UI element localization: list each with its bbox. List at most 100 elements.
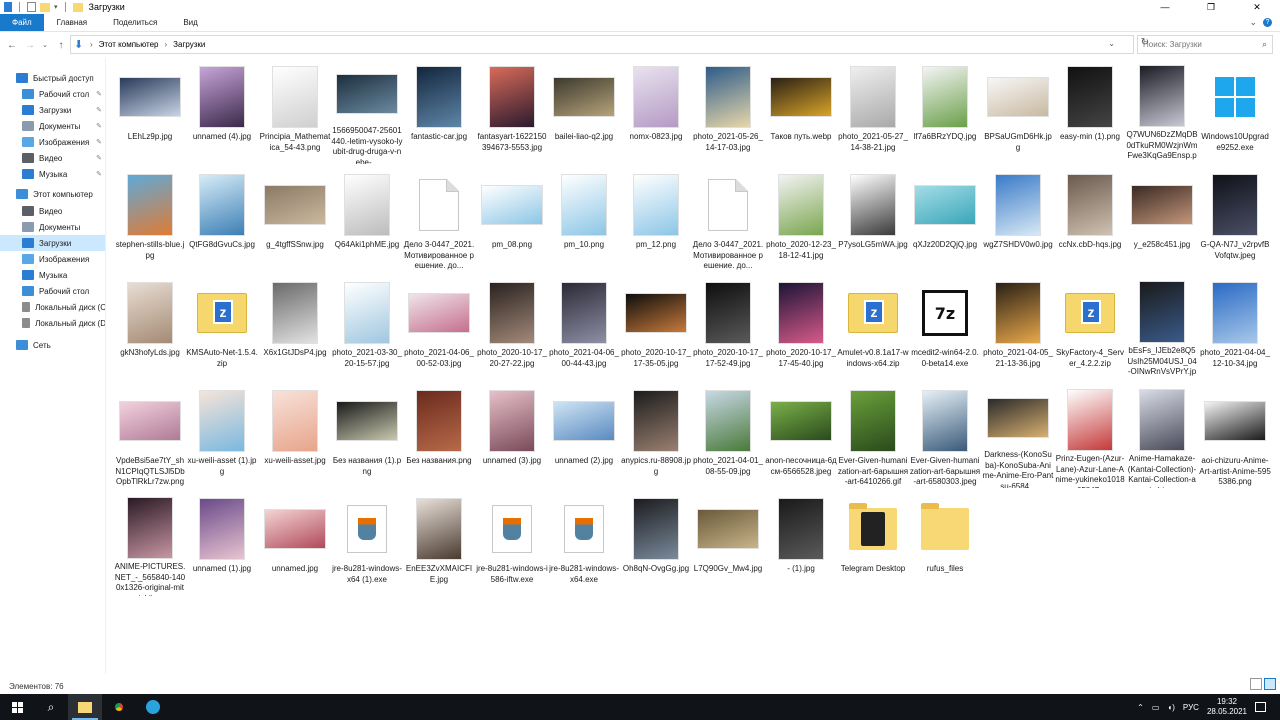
file-item[interactable]: unnamed.jpg bbox=[259, 492, 331, 596]
chrome-taskbar-button[interactable] bbox=[102, 694, 136, 720]
nav-item[interactable]: Рабочий стол ✎ bbox=[0, 86, 105, 102]
network-icon[interactable]: ▭ bbox=[1152, 703, 1160, 712]
file-item[interactable]: Ever-Given-humanization-art-6арышня-art-… bbox=[909, 384, 981, 488]
nav-item[interactable]: Документы bbox=[0, 219, 105, 235]
search-taskbar-button[interactable]: ⌕ bbox=[34, 694, 68, 720]
search-box[interactable]: ⌕ bbox=[1137, 35, 1273, 54]
file-item[interactable]: photo_2020-10-17_17-45-40.jpg bbox=[765, 276, 837, 380]
file-item[interactable]: P7ysoLG5mWA.jpg bbox=[837, 168, 909, 272]
file-item[interactable]: xu-weili-asset (1).jpg bbox=[186, 384, 258, 488]
file-item[interactable]: Anime-Hamakaze-(Kantai-Collection)-Kanta… bbox=[1126, 384, 1198, 488]
file-item[interactable]: BPSaUGmD6Hk.jpg bbox=[982, 60, 1054, 164]
file-item[interactable]: bEsFs_IJEb2e8Q5UsIh25M04USJ_04-OINwRnVsV… bbox=[1126, 276, 1198, 380]
file-item[interactable]: LEhLz9p.jpg bbox=[114, 60, 186, 164]
nav-item[interactable]: Этот компьютер bbox=[0, 186, 105, 202]
chevron-right-icon[interactable]: › bbox=[90, 40, 93, 49]
file-item[interactable]: photo_2021-04-01_08-55-09.jpg bbox=[692, 384, 764, 488]
back-button[interactable]: ← bbox=[4, 35, 20, 55]
file-item[interactable]: Дело 3-0447_2021. Мотивированное решение… bbox=[403, 168, 475, 272]
breadcrumb-this-pc[interactable]: Этот компьютер bbox=[99, 40, 159, 49]
tray-overflow-icon[interactable]: ⌃ bbox=[1137, 703, 1144, 712]
address-bar[interactable]: ⬇ › Этот компьютер › Загрузки ⌄ ↻ bbox=[70, 35, 1149, 54]
properties-icon[interactable] bbox=[27, 2, 36, 12]
file-item[interactable]: photo_2020-10-17_17-35-05.jpg bbox=[620, 276, 692, 380]
file-item[interactable]: X6x1GtJDsP4.jpg bbox=[259, 276, 331, 380]
up-button[interactable]: ↑ bbox=[53, 35, 69, 55]
file-item[interactable]: photo_2021-05-27_14-38-21.jpg bbox=[837, 60, 909, 164]
file-item[interactable]: photo_2020-10-17_20-27-22.jpg bbox=[476, 276, 548, 380]
file-item[interactable]: pm_10.png bbox=[548, 168, 620, 272]
file-item[interactable]: G-QA-N7J_v2rpvfBVofqtw.jpeg bbox=[1199, 168, 1271, 272]
volume-icon[interactable]: ◖) bbox=[1167, 703, 1175, 712]
file-item[interactable]: rufus_files bbox=[909, 492, 981, 596]
nav-item[interactable]: Документы ✎ bbox=[0, 118, 105, 134]
notifications-icon[interactable] bbox=[1255, 702, 1266, 712]
close-button[interactable]: ✕ bbox=[1234, 0, 1280, 14]
tab-file[interactable]: Файл bbox=[0, 14, 44, 31]
file-item[interactable]: fantasyart-1622150394673-5553.jpg bbox=[476, 60, 548, 164]
file-item[interactable]: Prinz-Eugen-(Azur-Lane)-Azur-Lane-Anime-… bbox=[1054, 384, 1126, 488]
file-item[interactable]: gkN3hofyLds.jpg bbox=[114, 276, 186, 380]
nav-item[interactable]: Изображения ✎ bbox=[0, 134, 105, 150]
file-item[interactable]: stephen-stills-blue.jpg bbox=[114, 168, 186, 272]
file-item[interactable]: Q7WUN6DzZMqDB0dTkuRM0WzjnWmFwe3KqGa9Ensp… bbox=[1126, 60, 1198, 164]
nav-item[interactable]: Видео ✎ bbox=[0, 150, 105, 166]
nav-item[interactable]: Музыка ✎ bbox=[0, 166, 105, 182]
file-item[interactable]: ANIME-PICTURES.NET_-_565840-1400x1326-or… bbox=[114, 492, 186, 596]
file-item[interactable]: anypics.ru-88908.jpg bbox=[620, 384, 692, 488]
file-item[interactable]: L7Q90Gv_Mw4.jpg bbox=[692, 492, 764, 596]
file-item[interactable]: photo_2021-04-06_00-44-43.jpg bbox=[548, 276, 620, 380]
explorer-taskbar-button[interactable] bbox=[68, 694, 102, 720]
nav-item[interactable]: Загрузки ✎ bbox=[0, 102, 105, 118]
file-item[interactable]: ccNx.cbD-hqs.jpg bbox=[1054, 168, 1126, 272]
maximize-button[interactable]: ❐ bbox=[1188, 0, 1234, 14]
file-item[interactable]: anon-песочница-6дсм-6566528.jpeg bbox=[765, 384, 837, 488]
tab-view[interactable]: Вид bbox=[170, 14, 210, 31]
explorer-app-icon[interactable] bbox=[4, 2, 12, 12]
file-item[interactable]: qXJz20D2QjQ.jpg bbox=[909, 168, 981, 272]
nav-item[interactable]: Загрузки bbox=[0, 235, 105, 251]
file-item[interactable]: Таков путь.webp bbox=[765, 60, 837, 164]
file-item[interactable]: Windows10Upgrade9252.exe bbox=[1199, 60, 1271, 164]
tab-share[interactable]: Поделиться bbox=[100, 14, 170, 31]
details-view-button[interactable] bbox=[1250, 678, 1262, 690]
file-item[interactable]: easy-min (1).png bbox=[1054, 60, 1126, 164]
file-item[interactable]: 7z mcedit2-win64-2.0.0-beta14.exe bbox=[909, 276, 981, 380]
qa-dropdown-icon[interactable]: ▾ bbox=[54, 3, 58, 11]
help-icon[interactable]: ? bbox=[1263, 18, 1272, 27]
file-item[interactable]: Principia_Mathematica_54-43.png bbox=[259, 60, 331, 164]
file-item[interactable]: photo_2021-04-04_12-10-34.jpg bbox=[1199, 276, 1271, 380]
file-item[interactable]: photo_2020-10-17_17-52-49.jpg bbox=[692, 276, 764, 380]
new-folder-icon[interactable] bbox=[40, 2, 50, 12]
file-item[interactable]: Oh8qN-OvgGg.jpg bbox=[620, 492, 692, 596]
file-item[interactable]: jre-8u281-windows-x64 (1).exe bbox=[331, 492, 403, 596]
start-button[interactable] bbox=[0, 694, 34, 720]
nav-item[interactable]: Видео bbox=[0, 203, 105, 219]
file-item[interactable]: lf7a6BRzYDQ.jpg bbox=[909, 60, 981, 164]
file-item[interactable]: Без названия.png bbox=[403, 384, 475, 488]
file-item[interactable]: photo_2021-04-06_00-52-03.jpg bbox=[403, 276, 475, 380]
expand-ribbon-icon[interactable]: ⌄ bbox=[1249, 17, 1257, 28]
nav-item[interactable]: Быстрый доступ bbox=[0, 70, 105, 86]
nav-item[interactable]: Музыка bbox=[0, 267, 105, 283]
file-item[interactable]: z SkyFactory-4_Server_4.2.2.zip bbox=[1054, 276, 1126, 380]
file-item[interactable]: fantastic-car.jpg bbox=[403, 60, 475, 164]
file-item[interactable]: photo_2020-12-23_18-12-41.jpg bbox=[765, 168, 837, 272]
file-item[interactable]: nomx-0823.jpg bbox=[620, 60, 692, 164]
file-item[interactable]: - (1).jpg bbox=[765, 492, 837, 596]
nav-item[interactable]: Изображения bbox=[0, 251, 105, 267]
language-indicator[interactable]: РУС bbox=[1183, 703, 1199, 712]
file-item[interactable]: unnamed (3).jpg bbox=[476, 384, 548, 488]
file-item[interactable]: jre-8u281-windows-i586-iftw.exe bbox=[476, 492, 548, 596]
file-item[interactable]: xu-weili-asset.jpg bbox=[259, 384, 331, 488]
breadcrumb-downloads[interactable]: Загрузки bbox=[173, 40, 205, 49]
large-icons-view-button[interactable] bbox=[1264, 678, 1276, 690]
forward-button[interactable]: → bbox=[22, 35, 38, 55]
file-item[interactable]: VpdeBsi5ae7tY_shN1CPIqQTLSJl5DbOpbTlRkLr… bbox=[114, 384, 186, 488]
recent-dropdown-icon[interactable]: ⌄ bbox=[37, 35, 53, 55]
search-icon[interactable]: ⌕ bbox=[1262, 39, 1267, 50]
file-item[interactable]: z KMSAuto-Net-1.5.4.zip bbox=[186, 276, 258, 380]
telegram-taskbar-button[interactable] bbox=[136, 694, 170, 720]
tab-home[interactable]: Главная bbox=[44, 14, 100, 31]
file-item[interactable]: 1566950047-25601440.-letim-vysoko-lyubit… bbox=[331, 60, 403, 164]
